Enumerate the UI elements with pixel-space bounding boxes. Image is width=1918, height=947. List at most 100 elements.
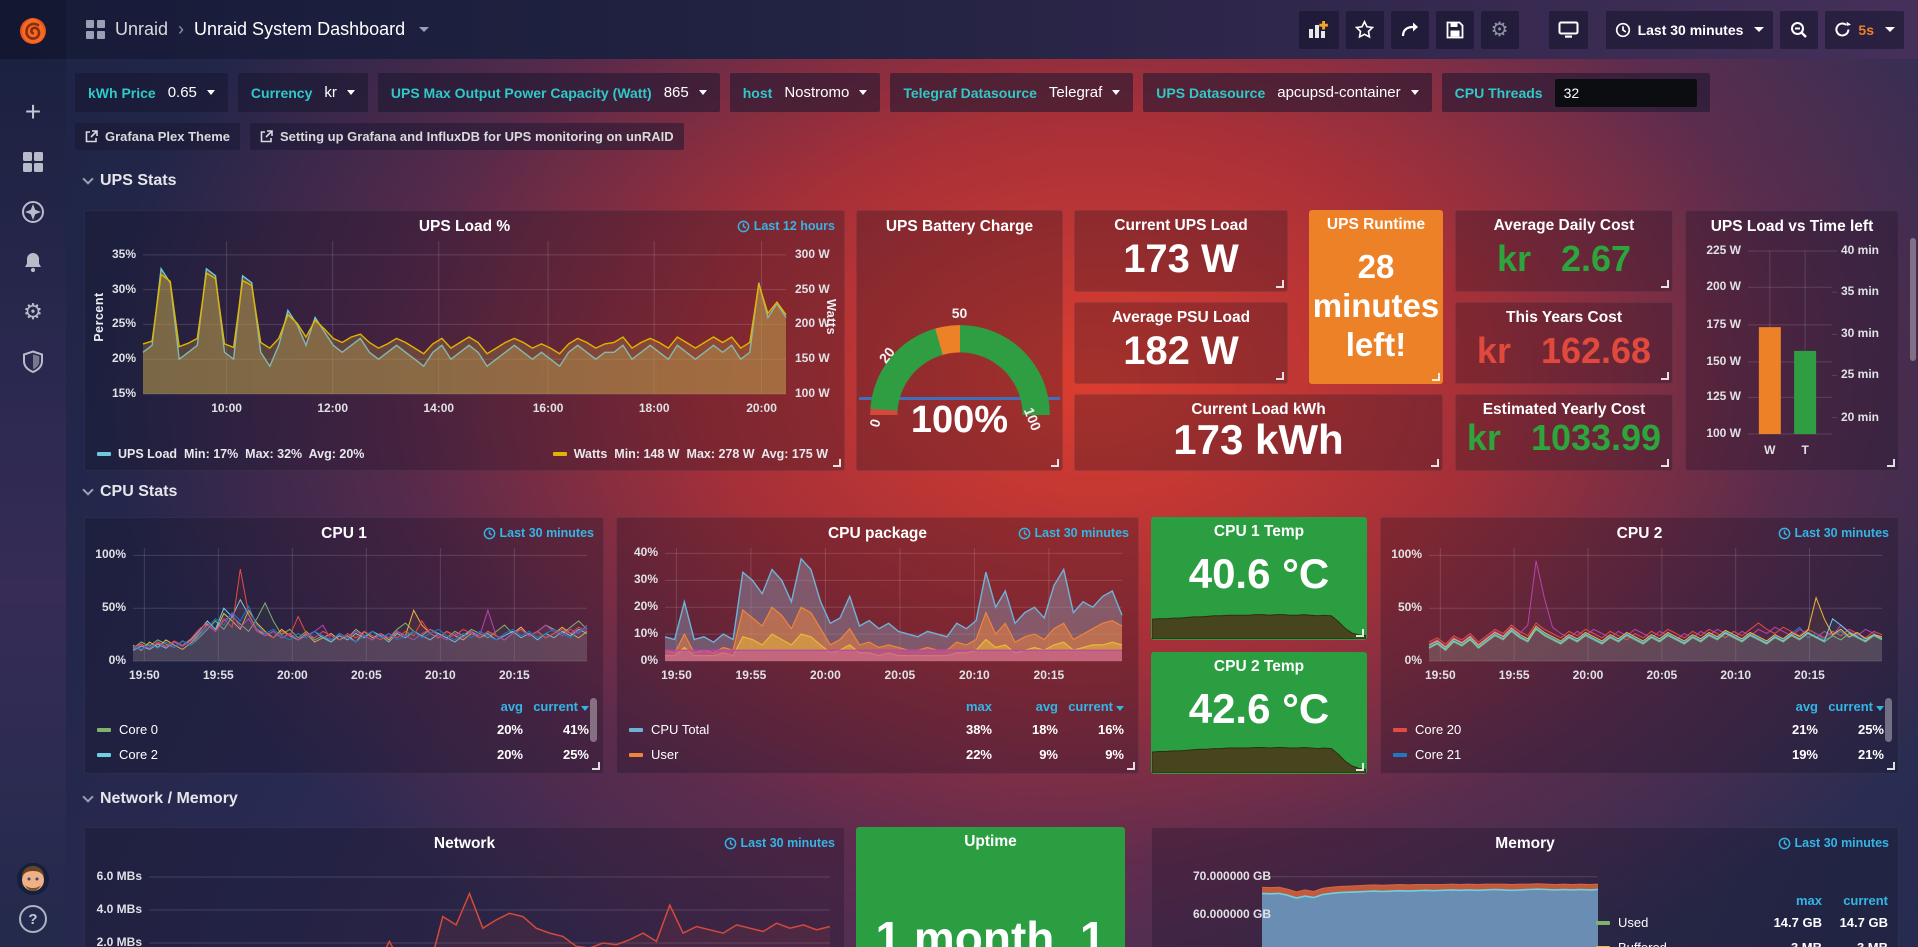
- series-name[interactable]: Core 21: [1415, 747, 1461, 762]
- legend-scrollbar[interactable]: [1885, 698, 1892, 742]
- legend-col-header[interactable]: avg: [992, 699, 1058, 714]
- legend-scrollbar[interactable]: [590, 698, 597, 742]
- legend-col-header-sorted[interactable]: current: [523, 699, 589, 714]
- panel-title[interactable]: UPS Load vs Time left: [1686, 218, 1898, 236]
- variable-value: Telegraf: [1049, 84, 1102, 101]
- legend-row: CPU Total38%18%16%: [629, 717, 1124, 742]
- panel-resize-handle[interactable]: [592, 762, 600, 770]
- panel-resize-handle[interactable]: [1887, 762, 1895, 770]
- time-range-button[interactable]: Last 30 minutes: [1606, 11, 1774, 49]
- variable-ups-datasource[interactable]: UPS Datasource apcupsd-container: [1143, 73, 1431, 112]
- variable-currency[interactable]: Currency kr: [238, 73, 368, 112]
- panel-resize-handle[interactable]: [1127, 762, 1135, 770]
- variable-ups-max-output[interactable]: UPS Max Output Power Capacity (Watt) 865: [378, 73, 720, 112]
- panel-time-range[interactable]: Last 30 minutes: [483, 526, 594, 540]
- memory-legend-table: maxcurrent Used14.7 GB14.7 GB Buffered3 …: [1596, 890, 1888, 947]
- legend-col-header[interactable]: current: [1822, 893, 1888, 908]
- stat-title[interactable]: Average PSU Load: [1112, 309, 1250, 327]
- panel-resize-handle[interactable]: [1432, 373, 1440, 381]
- breadcrumb-title[interactable]: Unraid System Dashboard: [194, 19, 405, 40]
- stat-title[interactable]: Average Daily Cost: [1494, 217, 1635, 235]
- sidebar-item-explore[interactable]: [0, 187, 66, 237]
- time-range-caret-icon: [1754, 27, 1764, 32]
- share-button[interactable]: [1391, 11, 1429, 49]
- panel-resize-handle[interactable]: [1276, 372, 1284, 380]
- refresh-button[interactable]: 5s: [1825, 11, 1904, 49]
- clock-icon: [1615, 22, 1631, 38]
- sidebar-item-configuration[interactable]: ⚙: [0, 287, 66, 337]
- settings-button[interactable]: ⚙: [1481, 11, 1519, 49]
- legend-item[interactable]: UPS LoadMin: 17% Max: 32% Avg: 20%: [97, 447, 364, 461]
- variable-kwh-price[interactable]: kWh Price 0.65: [75, 73, 228, 112]
- panel-resize-handle[interactable]: [1276, 280, 1284, 288]
- ups-bar-chart[interactable]: 225 W200 W175 W150 W125 W100 W40 min35 m…: [1686, 211, 1898, 470]
- section-network-memory[interactable]: Network / Memory: [84, 790, 238, 808]
- variable-host[interactable]: host Nostromo: [730, 73, 881, 112]
- ups-load-chart[interactable]: 10:0012:0014:0016:0018:0020:0035%30%25%2…: [85, 211, 844, 470]
- refresh-icon: [1834, 21, 1851, 38]
- panel-resize-handle[interactable]: [1661, 459, 1669, 467]
- legend-col-header-sorted[interactable]: current: [1058, 699, 1124, 714]
- panel-title[interactable]: UPS Battery Charge: [857, 218, 1062, 236]
- star-button[interactable]: [1346, 11, 1384, 49]
- sidebar-item-dashboards[interactable]: [0, 137, 66, 187]
- panel-resize-handle[interactable]: [1356, 629, 1364, 637]
- series-name[interactable]: Used: [1618, 915, 1648, 930]
- breadcrumb-caret-icon[interactable]: [419, 27, 429, 32]
- panel-time-range[interactable]: Last 30 minutes: [1018, 526, 1129, 540]
- panel-time-range[interactable]: Last 30 minutes: [1778, 526, 1889, 540]
- series-name[interactable]: Core 2: [119, 747, 158, 762]
- link-grafana-plex-theme[interactable]: Grafana Plex Theme: [75, 123, 240, 150]
- panel-time-range[interactable]: Last 30 minutes: [724, 836, 835, 850]
- panel-resize-handle[interactable]: [1661, 280, 1669, 288]
- legend-col-header[interactable]: max: [1756, 893, 1822, 908]
- panel-resize-handle[interactable]: [1431, 459, 1439, 467]
- sidebar-item-create[interactable]: +: [0, 87, 66, 137]
- grafana-logo[interactable]: [0, 0, 66, 59]
- zoom-out-button[interactable]: [1780, 11, 1818, 49]
- panel-resize-handle[interactable]: [1051, 459, 1059, 467]
- page-scrollbar-thumb[interactable]: [1910, 238, 1916, 361]
- cpu-threads-input[interactable]: [1555, 79, 1697, 107]
- variable-telegraf-datasource[interactable]: Telegraf Datasource Telegraf: [890, 73, 1133, 112]
- clock-icon: [724, 837, 737, 850]
- clock-icon: [1778, 837, 1791, 850]
- stat-title[interactable]: CPU 1 Temp: [1214, 523, 1304, 541]
- save-button[interactable]: [1436, 11, 1474, 49]
- panel-resize-handle[interactable]: [833, 459, 841, 467]
- panel-resize-handle[interactable]: [1356, 763, 1364, 771]
- panel-title[interactable]: UPS Load %: [85, 218, 844, 236]
- series-name[interactable]: Buffered: [1618, 940, 1667, 947]
- series-name[interactable]: Core 20: [1415, 722, 1461, 737]
- legend-col-header[interactable]: avg: [1752, 699, 1818, 714]
- stat-title[interactable]: Uptime: [964, 833, 1017, 851]
- breadcrumb-folder[interactable]: Unraid: [115, 19, 168, 40]
- legend-col-header[interactable]: max: [926, 699, 992, 714]
- legend-item[interactable]: WattsMin: 148 W Max: 278 W Avg: 175 W: [553, 447, 828, 461]
- legend-col-header[interactable]: avg: [457, 699, 523, 714]
- panel-time-range[interactable]: Last 30 minutes: [1778, 836, 1889, 850]
- user-avatar[interactable]: [17, 863, 49, 895]
- help-button[interactable]: ?: [19, 905, 47, 933]
- series-name[interactable]: Core 0: [119, 722, 158, 737]
- stat-title[interactable]: UPS Runtime: [1327, 216, 1425, 234]
- panel-resize-handle[interactable]: [1661, 372, 1669, 380]
- stat-title[interactable]: CPU 2 Temp: [1214, 658, 1304, 676]
- stat-title[interactable]: Current UPS Load: [1114, 217, 1247, 235]
- section-ups-stats[interactable]: UPS Stats: [84, 172, 176, 190]
- panel-resize-handle[interactable]: [1887, 459, 1895, 467]
- cycle-view-button[interactable]: [1549, 11, 1588, 49]
- sidebar-item-server-admin[interactable]: [0, 337, 66, 387]
- legend-col-header-sorted[interactable]: current: [1818, 699, 1884, 714]
- sidebar-item-alerting[interactable]: [0, 237, 66, 287]
- series-name[interactable]: User: [651, 747, 678, 762]
- refresh-interval-label[interactable]: 5s: [1858, 22, 1874, 38]
- series-name[interactable]: CPU Total: [651, 722, 709, 737]
- stat-title[interactable]: This Years Cost: [1506, 309, 1622, 327]
- section-cpu-stats[interactable]: CPU Stats: [84, 483, 177, 501]
- link-ups-monitoring-guide[interactable]: Setting up Grafana and InfluxDB for UPS …: [250, 123, 684, 150]
- panel-time-range[interactable]: Last 12 hours: [737, 219, 835, 233]
- sort-caret-icon: [1116, 706, 1124, 711]
- add-panel-button[interactable]: [1299, 11, 1339, 49]
- panel-ups-battery-charge: UPS Battery Charge 50 20 0 100 100%: [856, 210, 1063, 471]
